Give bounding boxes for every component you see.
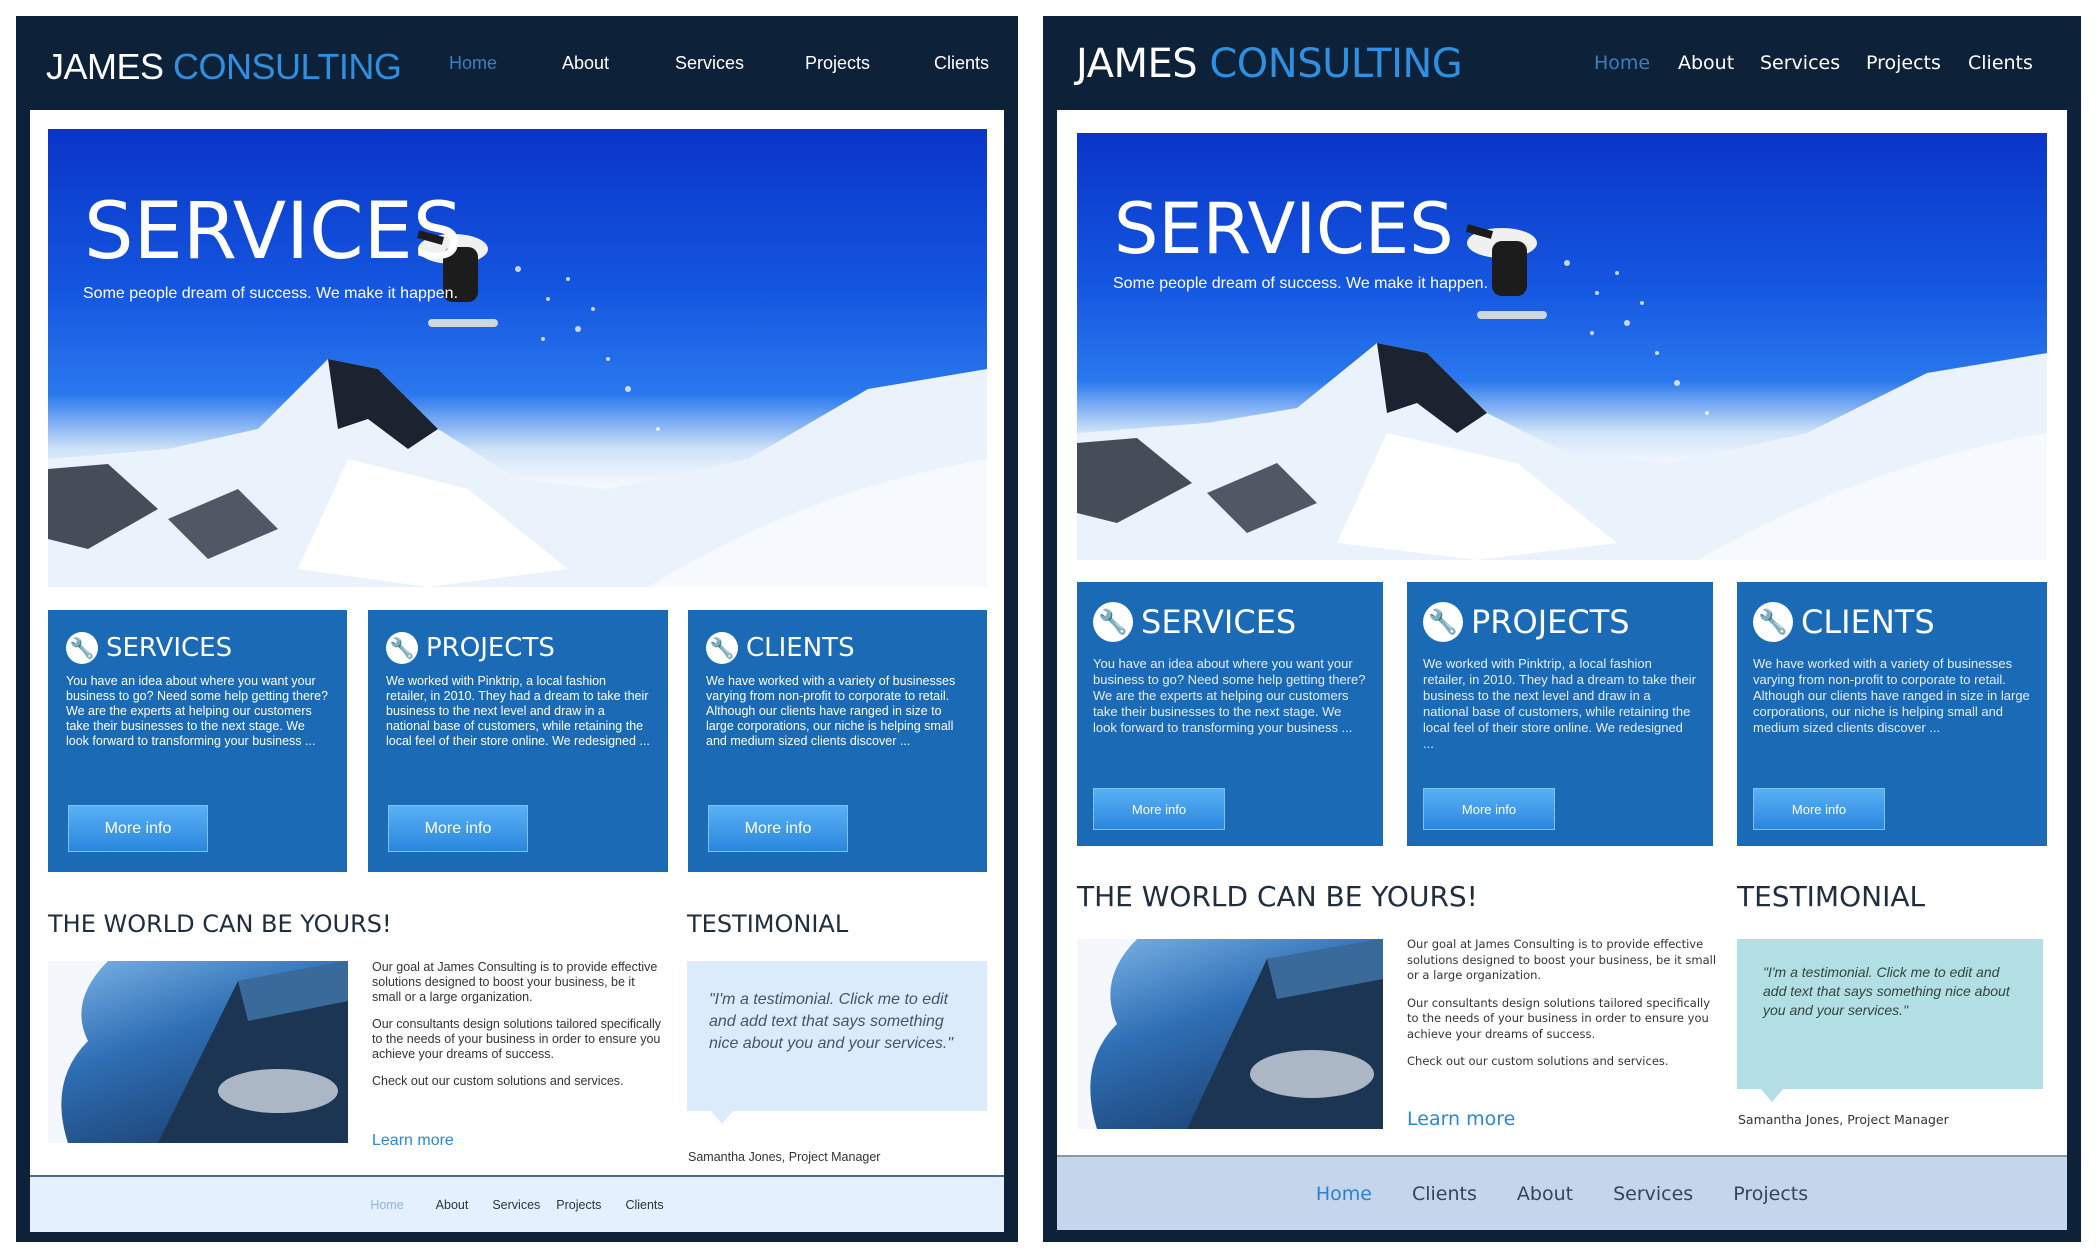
right-card-clients: 🔧 CLIENTS We have worked with a variety … <box>1737 582 2047 846</box>
left-card-projects-text: We worked with Pinktrip, a local fashion… <box>386 674 650 748</box>
left-card-services-more-button[interactable]: More info <box>68 805 208 852</box>
left-building-image <box>48 961 348 1143</box>
right-footer-clients[interactable]: Clients <box>1412 1183 1477 1205</box>
right-footer-projects[interactable]: Projects <box>1733 1183 1808 1205</box>
left-card-clients-more-button[interactable]: More info <box>708 805 848 852</box>
wrench-icon: 🔧 <box>1423 602 1463 642</box>
right-card-services-text: You have an idea about where you want yo… <box>1093 656 1366 735</box>
right-world-p3: Check out our custom solutions and servi… <box>1407 1054 1669 1068</box>
left-world-title: THE WORLD CAN BE YOURS! <box>48 910 392 938</box>
right-card-projects: 🔧 PROJECTS We worked with Pinktrip, a lo… <box>1407 582 1713 846</box>
left-testimonial-author: Samantha Jones, Project Manager <box>688 1150 881 1164</box>
right-footer: Home Clients About Services Projects <box>1057 1155 2067 1230</box>
right-card-projects-text: We worked with Pinktrip, a local fashion… <box>1423 656 1696 751</box>
right-nav-about[interactable]: About <box>1678 52 1734 74</box>
right-nav-projects[interactable]: Projects <box>1866 52 1941 74</box>
right-nav-home[interactable]: Home <box>1594 52 1650 74</box>
left-card-projects-title: PROJECTS <box>426 633 555 663</box>
right-testimonial-author: Samantha Jones, Project Manager <box>1738 1112 1949 1127</box>
left-world-p1: Our goal at James Consulting is to provi… <box>372 960 658 1004</box>
right-hero-title: SERVICES <box>1114 188 1454 270</box>
left-world-p3: Check out our custom solutions and servi… <box>372 1074 624 1088</box>
left-nav-clients[interactable]: Clients <box>934 53 989 74</box>
left-card-services: 🔧 SERVICES You have an idea about where … <box>48 610 347 872</box>
left-world-p2: Our consultants design solutions tailore… <box>372 1017 662 1061</box>
right-navbar: JAMES CONSULTING Home About Services Pro… <box>1043 16 2081 110</box>
wrench-icon: 🔧 <box>66 632 98 664</box>
left-footer: Home About Services Projects Clients <box>30 1175 1004 1232</box>
wrench-icon: 🔧 <box>1753 602 1793 642</box>
wrench-icon: 🔧 <box>706 632 738 664</box>
wrench-icon: 🔧 <box>1093 602 1133 642</box>
left-card-services-text: You have an idea about where you want yo… <box>66 674 328 748</box>
left-testimonial-bubble[interactable]: "I'm a testimonial. Click me to edit and… <box>687 961 987 1124</box>
left-card-clients-text: We have worked with a variety of busines… <box>706 674 956 748</box>
right-learn-more-link[interactable]: Learn more <box>1407 1108 1515 1130</box>
right-world-body: Our goal at James Consulting is to provi… <box>1407 937 1717 1082</box>
right-card-clients-text: We have worked with a variety of busines… <box>1753 656 2030 735</box>
left-card-clients-title: CLIENTS <box>746 633 855 663</box>
left-world-body: Our goal at James Consulting is to provi… <box>372 960 662 1101</box>
right-testimonial-bubble[interactable]: "I'm a testimonial. Click me to edit and… <box>1737 939 2043 1102</box>
right-hero-banner: SERVICES Some people dream of success. W… <box>1077 133 2047 560</box>
left-nav-menu: Home About Services Projects Clients <box>16 16 1018 110</box>
left-hero-banner: SERVICES Some people dream of success. W… <box>48 129 987 587</box>
right-hero-subtitle: Some people dream of success. We make it… <box>1113 275 1489 292</box>
right-card-projects-more-button[interactable]: More info <box>1423 788 1555 830</box>
left-hero-subtitle: Some people dream of success. We make it… <box>83 285 459 302</box>
left-mockup: JAMES CONSULTING Home About Services Pro… <box>16 16 1018 1242</box>
wrench-icon: 🔧 <box>386 632 418 664</box>
left-nav-services[interactable]: Services <box>675 53 744 74</box>
right-card-projects-title: PROJECTS <box>1471 603 1630 641</box>
right-world-title: THE WORLD CAN BE YOURS! <box>1077 880 1478 913</box>
right-nav-clients[interactable]: Clients <box>1968 52 2033 74</box>
left-page: SERVICES Some people dream of success. W… <box>30 110 1004 1232</box>
left-nav-about[interactable]: About <box>562 53 609 74</box>
right-world-p1: Our goal at James Consulting is to provi… <box>1407 937 1717 982</box>
right-card-services-more-button[interactable]: More info <box>1093 788 1225 830</box>
right-building-image <box>1077 939 1383 1129</box>
right-nav-services[interactable]: Services <box>1760 52 1840 74</box>
right-card-clients-title: CLIENTS <box>1801 603 1935 641</box>
left-card-services-title: SERVICES <box>106 633 233 663</box>
left-learn-more-link[interactable]: Learn more <box>372 1132 454 1150</box>
right-card-services-title: SERVICES <box>1141 603 1297 641</box>
right-footer-home[interactable]: Home <box>1316 1183 1372 1205</box>
right-page: SERVICES Some people dream of success. W… <box>1057 110 2067 1230</box>
left-card-projects: 🔧 PROJECTS We worked with Pinktrip, a lo… <box>368 610 668 872</box>
right-card-clients-more-button[interactable]: More info <box>1753 788 1885 830</box>
right-testimonial-title: TESTIMONIAL <box>1737 880 1926 913</box>
right-footer-about[interactable]: About <box>1517 1183 1573 1205</box>
left-card-clients: 🔧 CLIENTS We have worked with a variety … <box>688 610 987 872</box>
left-card-projects-more-button[interactable]: More info <box>388 805 528 852</box>
left-testimonial-title: TESTIMONIAL <box>687 910 849 938</box>
right-mockup: JAMES CONSULTING Home About Services Pro… <box>1043 16 2081 1242</box>
left-hero-title: SERVICES <box>84 187 463 277</box>
right-snowboarder <box>1465 224 1547 319</box>
left-nav-projects[interactable]: Projects <box>805 53 870 74</box>
left-navbar: JAMES CONSULTING Home About Services Pro… <box>16 16 1018 110</box>
left-footer-home[interactable]: Home <box>370 1198 403 1212</box>
left-footer-clients[interactable]: Clients <box>625 1198 663 1212</box>
right-footer-services[interactable]: Services <box>1613 1183 1693 1205</box>
right-world-p2: Our consultants design solutions tailore… <box>1407 995 1711 1041</box>
left-footer-projects[interactable]: Projects <box>556 1198 601 1212</box>
left-nav-home[interactable]: Home <box>449 53 497 74</box>
left-footer-services[interactable]: Services <box>492 1198 540 1212</box>
right-nav-menu: Home About Services Projects Clients <box>1043 16 2081 110</box>
right-card-services: 🔧 SERVICES You have an idea about where … <box>1077 582 1383 846</box>
left-footer-about[interactable]: About <box>436 1198 469 1212</box>
